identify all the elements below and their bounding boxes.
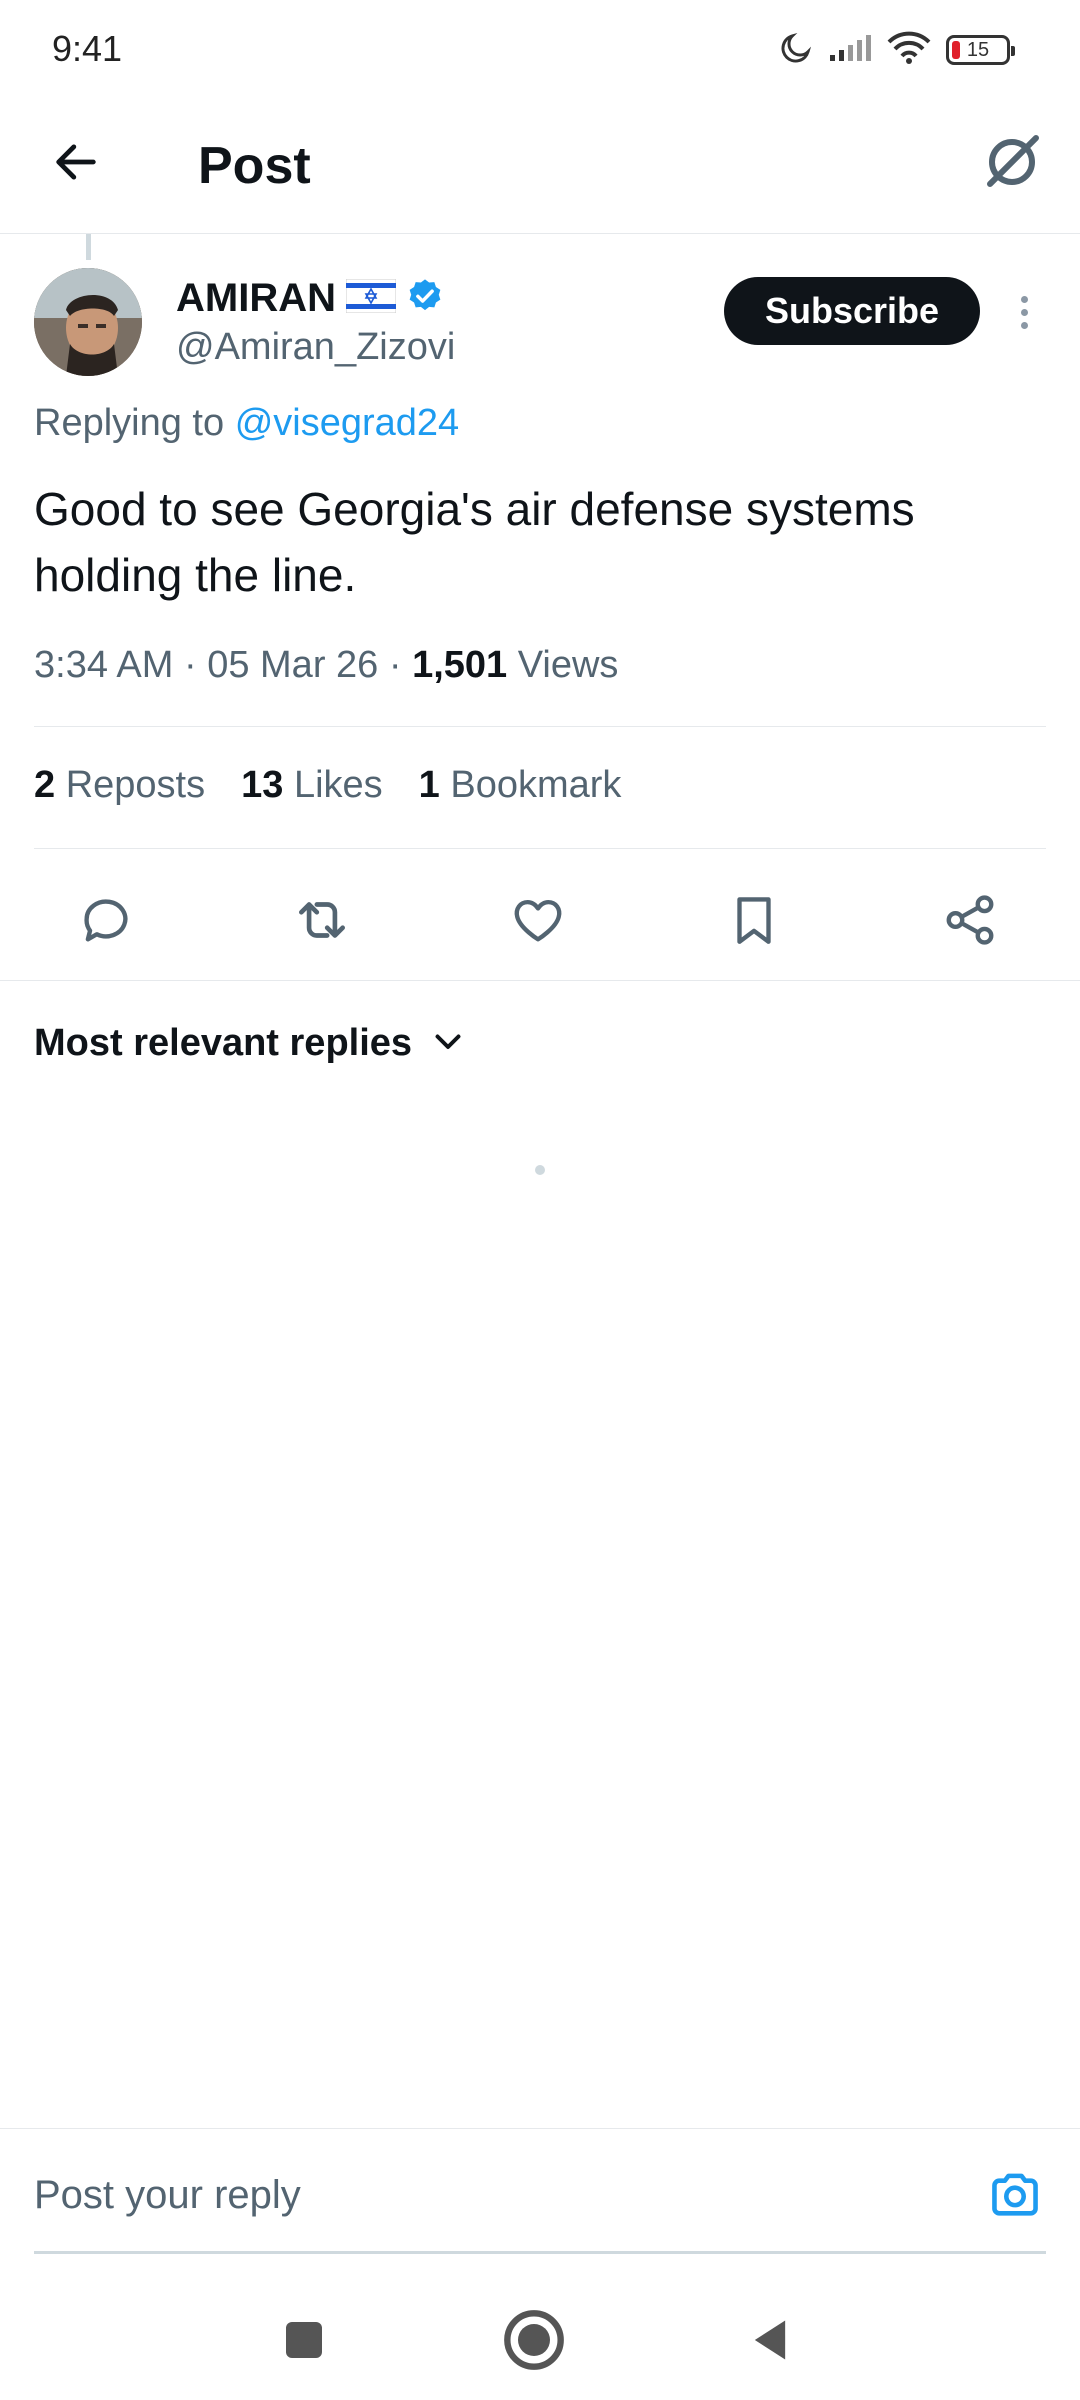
page-title: Post (198, 137, 311, 195)
divider (0, 980, 1080, 981)
grok-button[interactable] (974, 126, 1050, 202)
grok-icon (980, 130, 1044, 199)
more-options-icon[interactable] (1006, 280, 1042, 344)
replying-handle-link[interactable]: @visegrad24 (235, 402, 459, 444)
sort-label: Most relevant replies (34, 1022, 413, 1064)
avatar[interactable] (34, 268, 142, 376)
battery-icon: 15 (946, 35, 1015, 65)
post-text: Good to see Georgia's air defense system… (34, 483, 915, 601)
subscribe-button[interactable]: Subscribe (724, 277, 980, 345)
bookmark-icon[interactable] (718, 884, 790, 956)
repost-icon[interactable] (286, 884, 358, 956)
post-time: 3:34 AM (34, 644, 174, 686)
author-name: AMIRAN (176, 275, 336, 320)
composer-underline (34, 2251, 1046, 2254)
battery-level: 15 (966, 38, 990, 61)
share-icon[interactable] (934, 884, 1006, 956)
flag-icon (345, 278, 397, 318)
reply-icon[interactable] (70, 884, 142, 956)
author-info[interactable]: AMIRAN @Amiran_Zizovi (176, 272, 455, 369)
reposts-stat[interactable]: 2 Reposts (34, 764, 205, 807)
status-icons: 15 (778, 28, 1015, 72)
status-time: 9:41 (52, 28, 123, 69)
signal-icon (828, 33, 872, 68)
reply-input[interactable] (34, 2165, 934, 2225)
home-button[interactable] (496, 2302, 572, 2378)
recents-button[interactable] (266, 2302, 342, 2378)
battery-fill (952, 41, 960, 59)
thread-connector (86, 234, 91, 260)
replying-prefix: Replying to (34, 402, 225, 444)
author-handle: @Amiran_Zizovi (176, 326, 456, 368)
replying-to: Replying to @visegrad24 (34, 402, 459, 445)
reply-composer (0, 2128, 1080, 2258)
views-label: Views (517, 644, 619, 686)
status-bar: 9:41 15 (0, 0, 1080, 100)
bookmarks-stat[interactable]: 1 Bookmark (419, 764, 622, 807)
post-stats: 2 Reposts 13 Likes 1 Bookmark (34, 764, 621, 807)
likes-stat[interactable]: 13 Likes (241, 764, 383, 807)
author-name-row: AMIRAN (176, 272, 455, 324)
post-actions (0, 872, 1080, 968)
back-button[interactable] (40, 128, 112, 200)
back-nav-button[interactable] (732, 2302, 808, 2378)
moon-icon (778, 30, 814, 71)
divider (34, 726, 1046, 727)
post-meta: 3:34 AM · 05 Mar 26 · 1,501 Views (34, 644, 619, 686)
like-icon[interactable] (502, 884, 574, 956)
replies-sort-dropdown[interactable]: Most relevant replies (34, 1022, 466, 1065)
post-date: 05 Mar 26 (207, 644, 379, 686)
chevron-down-icon (430, 1023, 466, 1064)
views-count: 1,501 (412, 644, 508, 686)
system-nav-bar (0, 2280, 1080, 2400)
camera-icon[interactable] (980, 2159, 1050, 2229)
post-header: Post (0, 100, 1080, 234)
divider (34, 848, 1046, 849)
wifi-icon (886, 31, 932, 70)
arrow-left-icon (50, 136, 102, 193)
loading-indicator (535, 1165, 545, 1175)
verified-icon (406, 277, 444, 320)
